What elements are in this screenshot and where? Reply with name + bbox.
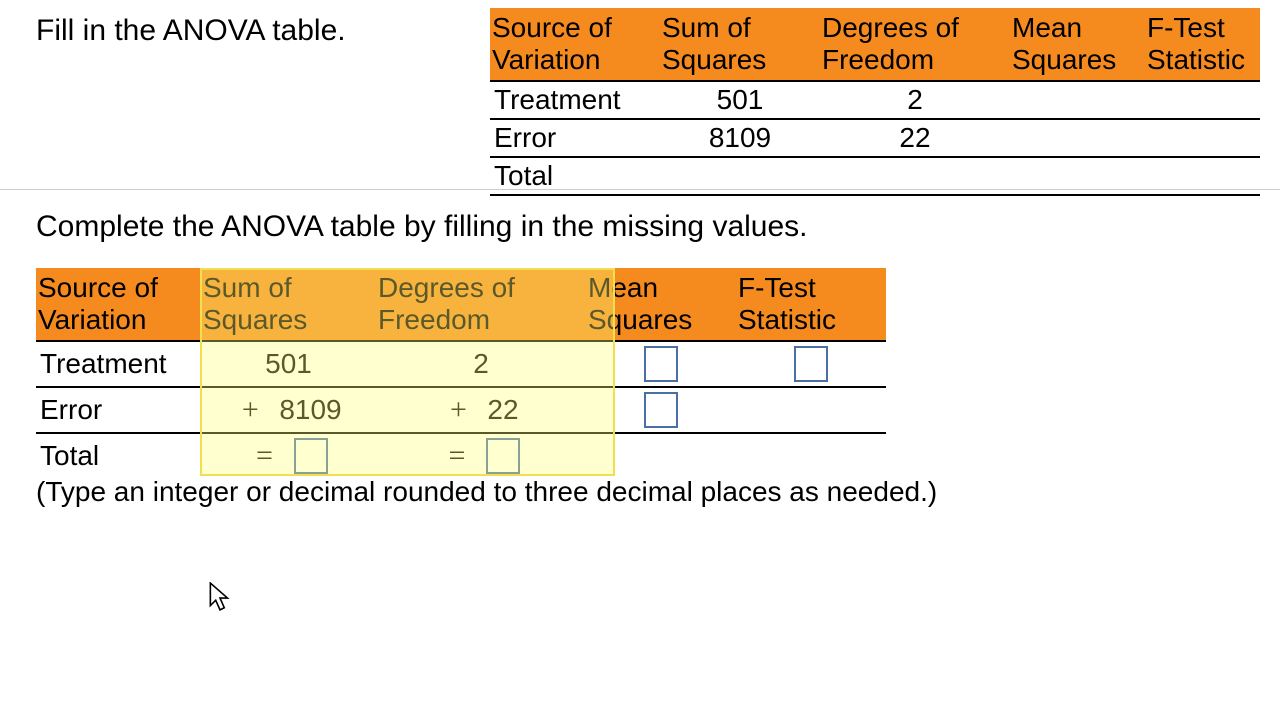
cell-df: = <box>376 433 586 478</box>
value-error-ss: 8109 <box>279 394 341 426</box>
cell-ss: 8109 <box>660 119 820 157</box>
cell-source: Error <box>36 387 201 433</box>
plus-icon: + <box>443 393 473 427</box>
col-source: Source of Variation <box>36 268 201 341</box>
col-source: Source of Variation <box>490 8 660 81</box>
cell-ms <box>586 387 736 433</box>
cell-ss <box>660 157 820 195</box>
table-row: Treatment 501 2 <box>36 341 886 387</box>
col-f: F-Test Statistic <box>1145 8 1260 81</box>
col-ms: Mean Squares <box>1010 8 1145 81</box>
cell-source: Error <box>490 119 660 157</box>
value-error-df: 22 <box>487 394 518 426</box>
cell-f <box>1145 119 1260 157</box>
cell-df: + 22 <box>376 387 586 433</box>
cell-f <box>736 341 886 387</box>
cell-f <box>736 387 886 433</box>
cell-ss: 501 <box>660 81 820 119</box>
col-f: F-Test Statistic <box>736 268 886 341</box>
cell-f <box>1145 157 1260 195</box>
equals-icon: = <box>250 439 280 473</box>
cell-ms <box>586 341 736 387</box>
instruction-mid: Complete the ANOVA table by filling in t… <box>36 210 808 244</box>
input-treatment-f[interactable] <box>794 346 828 382</box>
answer-anova-table: Source of Variation Sum of Squares Degre… <box>36 268 886 478</box>
input-treatment-ms[interactable] <box>644 346 678 382</box>
cell-ms <box>586 433 736 478</box>
equals-icon: = <box>442 439 472 473</box>
given-anova-table: Source of Variation Sum of Squares Degre… <box>490 8 1260 196</box>
cell-ms <box>1010 81 1145 119</box>
cell-ss: + 8109 <box>201 387 376 433</box>
cell-source: Total <box>36 433 201 478</box>
cell-ms <box>1010 157 1145 195</box>
cell-f <box>1145 81 1260 119</box>
col-ss: Sum of Squares <box>660 8 820 81</box>
cell-source: Total <box>490 157 660 195</box>
table-row: Error 8109 22 <box>490 119 1260 157</box>
col-df: Degrees of Freedom <box>376 268 586 341</box>
table-row: Total <box>490 157 1260 195</box>
cell-ms <box>1010 119 1145 157</box>
instruction-top: Fill in the ANOVA table. <box>36 14 346 48</box>
cell-f <box>736 433 886 478</box>
input-total-ss[interactable] <box>294 438 328 474</box>
cursor-icon <box>208 582 232 612</box>
cell-ss: = <box>201 433 376 478</box>
cell-df: 2 <box>376 341 586 387</box>
table-row: Total = = <box>36 433 886 478</box>
cell-df: 22 <box>820 119 1010 157</box>
cell-df <box>820 157 1010 195</box>
cell-source: Treatment <box>490 81 660 119</box>
col-df: Degrees of Freedom <box>820 8 1010 81</box>
cell-ss: 501 <box>201 341 376 387</box>
table-row: Error + 8109 + 22 <box>36 387 886 433</box>
table-row: Treatment 501 2 <box>490 81 1260 119</box>
cell-df: 2 <box>820 81 1010 119</box>
input-error-ms[interactable] <box>644 392 678 428</box>
col-ms: Mean Squares <box>586 268 736 341</box>
input-total-df[interactable] <box>486 438 520 474</box>
plus-icon: + <box>235 393 265 427</box>
cell-source: Treatment <box>36 341 201 387</box>
col-ss: Sum of Squares <box>201 268 376 341</box>
hint-text: (Type an integer or decimal rounded to t… <box>36 476 937 508</box>
